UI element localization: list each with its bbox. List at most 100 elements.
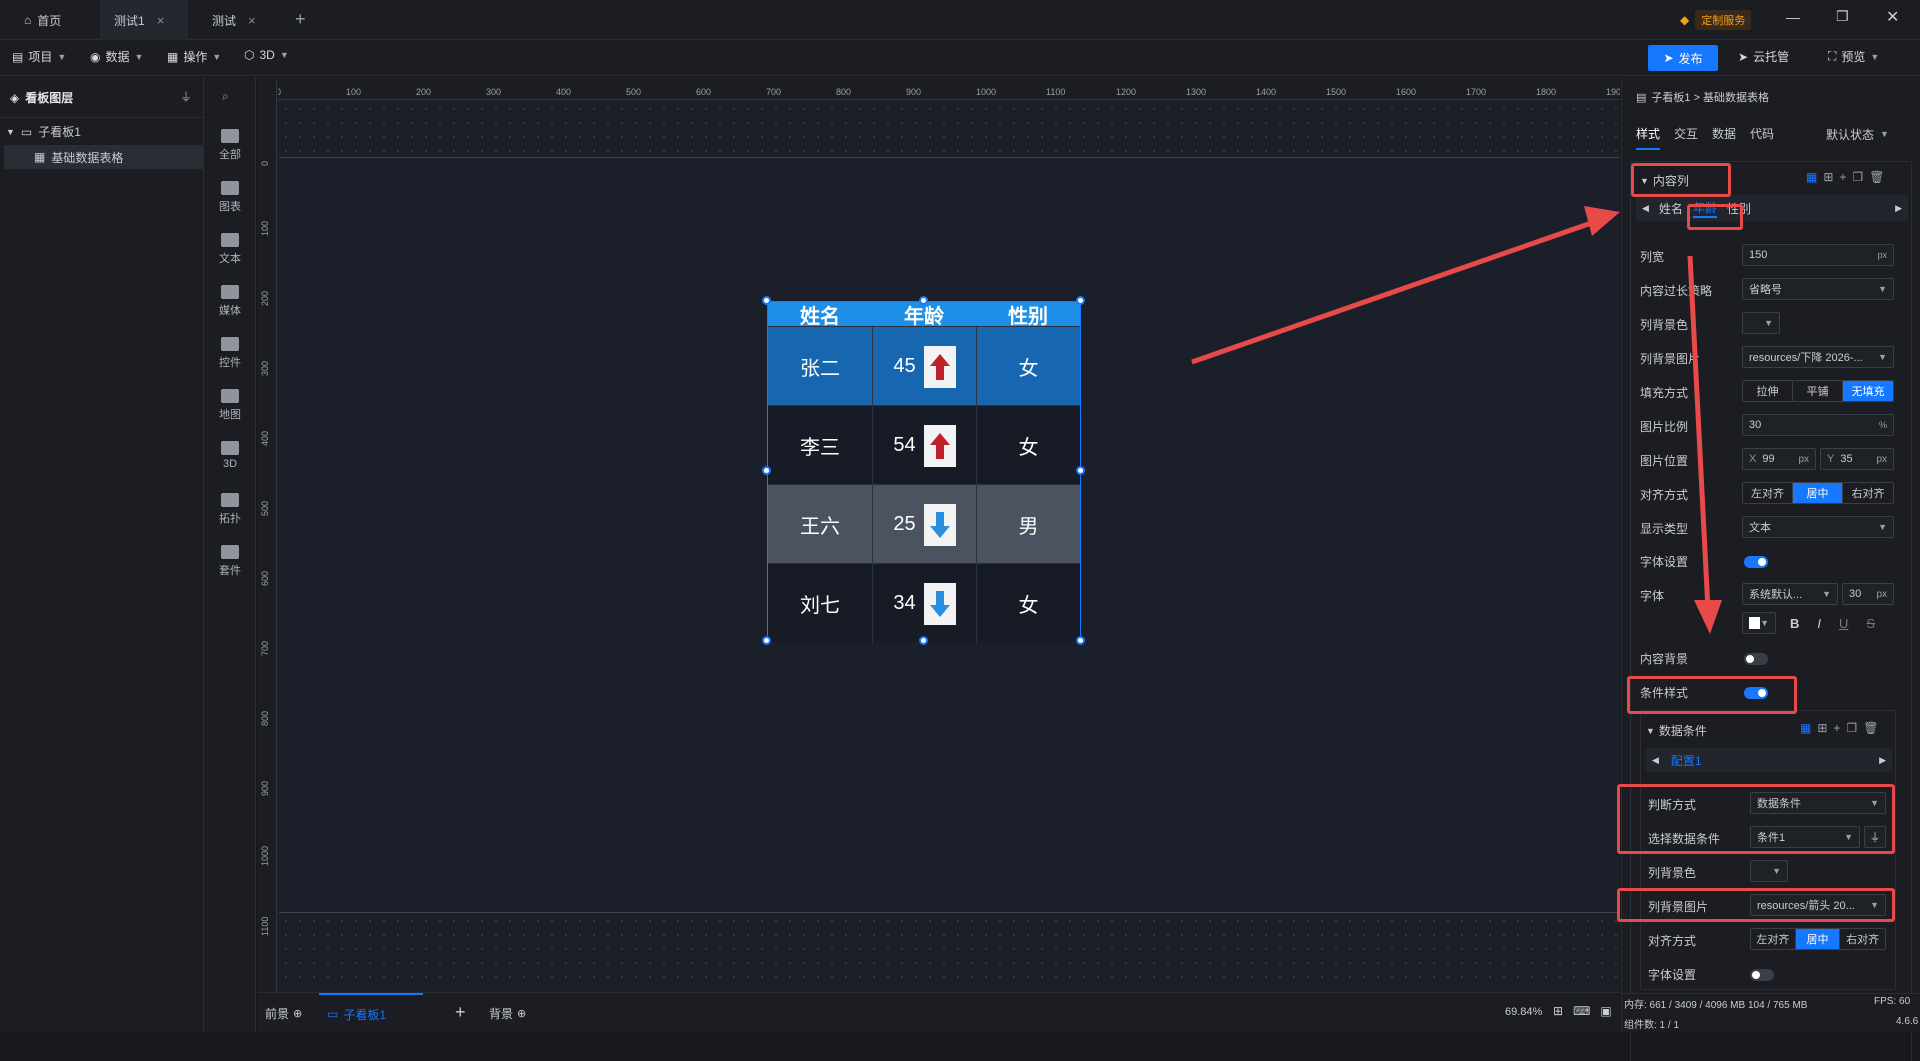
overflow-select[interactable]: 省略号 ▼	[1742, 278, 1894, 300]
italic-icon[interactable]: I	[1817, 616, 1821, 631]
chevron-left-icon[interactable]: ◀	[1652, 755, 1659, 766]
chevron-right-icon[interactable]: ▶	[1895, 203, 1902, 214]
terminal-icon[interactable]: ▣	[1600, 1004, 1611, 1018]
bold-icon[interactable]: B	[1790, 616, 1799, 631]
table-icon[interactable]: ▦	[1800, 721, 1811, 735]
table-header-age[interactable]: 年龄	[872, 302, 976, 328]
cond-font-setting-toggle[interactable]	[1750, 969, 1774, 981]
minimize-icon[interactable]: —	[1786, 9, 1800, 25]
tab-data[interactable]: 数据	[1712, 125, 1736, 150]
cond-bg-color-picker[interactable]: ▼	[1750, 860, 1788, 882]
add-tab-icon[interactable]: +	[295, 9, 306, 30]
child-board-tab[interactable]: ▭ 子看板1	[319, 993, 423, 1033]
close-window-icon[interactable]: ✕	[1886, 7, 1899, 27]
cell-name[interactable]: 李三	[768, 406, 872, 485]
cell-gender[interactable]: 女	[976, 564, 1080, 643]
font-size-input[interactable]: 30 px	[1842, 583, 1894, 605]
copy-icon[interactable]: ❐	[1846, 721, 1857, 735]
col-tab-name[interactable]: 姓名	[1659, 200, 1683, 217]
cell-age[interactable]: 54	[872, 406, 976, 485]
font-setting-toggle[interactable]	[1744, 556, 1768, 568]
keyboard-icon[interactable]: ⌨	[1573, 1004, 1590, 1018]
copy-icon[interactable]: ❐	[1852, 170, 1863, 184]
font-color-picker[interactable]: ▼	[1742, 612, 1776, 634]
display-select[interactable]: 文本 ▼	[1742, 516, 1894, 538]
layer-item-table[interactable]: ▦ 基础数据表格	[4, 145, 204, 169]
strikethrough-icon[interactable]: S	[1866, 616, 1875, 631]
cond-align-left[interactable]: 左对齐	[1751, 929, 1796, 949]
pos-x-input[interactable]: X 99 px	[1742, 448, 1816, 470]
restore-icon[interactable]: ❐	[1836, 8, 1849, 25]
grid-icon[interactable]: ⊞	[1823, 170, 1833, 184]
cell-age[interactable]: 34	[872, 564, 976, 643]
plus-icon[interactable]: +	[1839, 170, 1846, 184]
content-bg-toggle[interactable]	[1744, 653, 1768, 665]
resize-handle[interactable]	[1076, 636, 1085, 645]
chevron-right-icon[interactable]: ▶	[1879, 755, 1886, 766]
resize-handle[interactable]	[919, 296, 928, 305]
resize-handle[interactable]	[762, 636, 771, 645]
add-circle-icon[interactable]: ⊕	[293, 1007, 302, 1020]
tab-code[interactable]: 代码	[1750, 125, 1774, 150]
fit-screen-icon[interactable]: ⊞	[1553, 1004, 1563, 1018]
category-all[interactable]: 全部	[204, 129, 256, 162]
bg-color-picker[interactable]: ▼	[1742, 312, 1780, 334]
trash-icon[interactable]: 🗑	[1863, 721, 1878, 735]
table-row[interactable]: 刘七 34 女	[768, 563, 1080, 643]
cond-align-right[interactable]: 右对齐	[1840, 929, 1885, 949]
state-select[interactable]: 默认状态 ▼	[1826, 122, 1910, 146]
cell-name[interactable]: 张二	[768, 327, 872, 406]
zoom-level[interactable]: 69.84%	[1505, 1006, 1542, 1018]
cond-align-center[interactable]: 居中	[1795, 929, 1841, 949]
resize-handle[interactable]	[1076, 466, 1085, 475]
fill-stretch[interactable]: 拉伸	[1743, 381, 1793, 401]
tab-home[interactable]: ⌂ 首页	[10, 0, 90, 40]
table-header-name[interactable]: 姓名	[768, 302, 872, 328]
table-row[interactable]: 王六 25 男	[768, 484, 1080, 564]
category-chart[interactable]: 图表	[204, 181, 256, 214]
tab-style[interactable]: 样式	[1636, 125, 1661, 150]
font-select[interactable]: 系统默认... ▼	[1742, 583, 1838, 605]
align-center[interactable]: 居中	[1793, 483, 1843, 503]
cell-gender[interactable]: 男	[976, 485, 1080, 564]
align-left[interactable]: 左对齐	[1743, 483, 1793, 503]
add-circle-icon[interactable]: ⊕	[517, 1007, 526, 1020]
layer-item-child-board[interactable]: ▼ ▭ 子看板1	[6, 123, 81, 140]
table-icon[interactable]: ▦	[1806, 170, 1817, 184]
chevron-left-icon[interactable]: ◀	[1642, 203, 1649, 214]
data-table[interactable]: 姓名 年龄 性别 张二 45 女李三 54 女王六 25 男刘七 34 女	[767, 301, 1081, 643]
operate-menu[interactable]: ▦ 操作 ▼	[167, 48, 221, 65]
data-menu[interactable]: ◉ 数据 ▼	[90, 48, 143, 65]
3d-menu[interactable]: ⬡ 3D ▼	[244, 48, 289, 62]
cell-name[interactable]: 刘七	[768, 564, 872, 643]
tab-test[interactable]: 测试 ×	[198, 0, 286, 40]
cell-gender[interactable]: 女	[976, 327, 1080, 406]
cloud-host-button[interactable]: ➤ 云托管	[1738, 48, 1789, 65]
ratio-input[interactable]: 30%	[1742, 414, 1894, 436]
tab-test1[interactable]: 测试1 ×	[100, 0, 188, 40]
category-control[interactable]: 控件	[204, 337, 256, 370]
project-menu[interactable]: ▤ 项目 ▼	[12, 48, 66, 65]
data-condition-header[interactable]: ▼ 数据条件	[1646, 722, 1707, 739]
plus-icon[interactable]: +	[1833, 721, 1840, 735]
resize-handle[interactable]	[762, 466, 771, 475]
category-map[interactable]: 地图	[204, 389, 256, 422]
preview-button[interactable]: ⛶ 预览 ▼	[1828, 48, 1879, 65]
table-row[interactable]: 张二 45 女	[768, 326, 1080, 406]
grid-icon[interactable]: ⊞	[1817, 721, 1827, 735]
align-right[interactable]: 右对齐	[1843, 483, 1893, 503]
resize-handle[interactable]	[919, 636, 928, 645]
resize-handle[interactable]	[762, 296, 771, 305]
config-tab-1[interactable]: 配置1	[1671, 752, 1702, 769]
category-text[interactable]: 文本	[204, 233, 256, 266]
trash-icon[interactable]: 🗑	[1869, 170, 1884, 184]
foreground-tab[interactable]: 前景 ⊕	[265, 1005, 302, 1022]
publish-button[interactable]: ➤ 发布	[1648, 45, 1718, 71]
bg-image-select[interactable]: resources/下降 2026-... ▼	[1742, 346, 1894, 368]
category-kit[interactable]: 套件	[204, 545, 256, 578]
add-icon[interactable]: +	[455, 1002, 466, 1023]
category-3d[interactable]: 3D	[204, 441, 256, 470]
pos-y-input[interactable]: Y 35 px	[1820, 448, 1894, 470]
underline-icon[interactable]: U	[1839, 616, 1848, 631]
search-icon[interactable]: ⌕	[222, 89, 229, 104]
